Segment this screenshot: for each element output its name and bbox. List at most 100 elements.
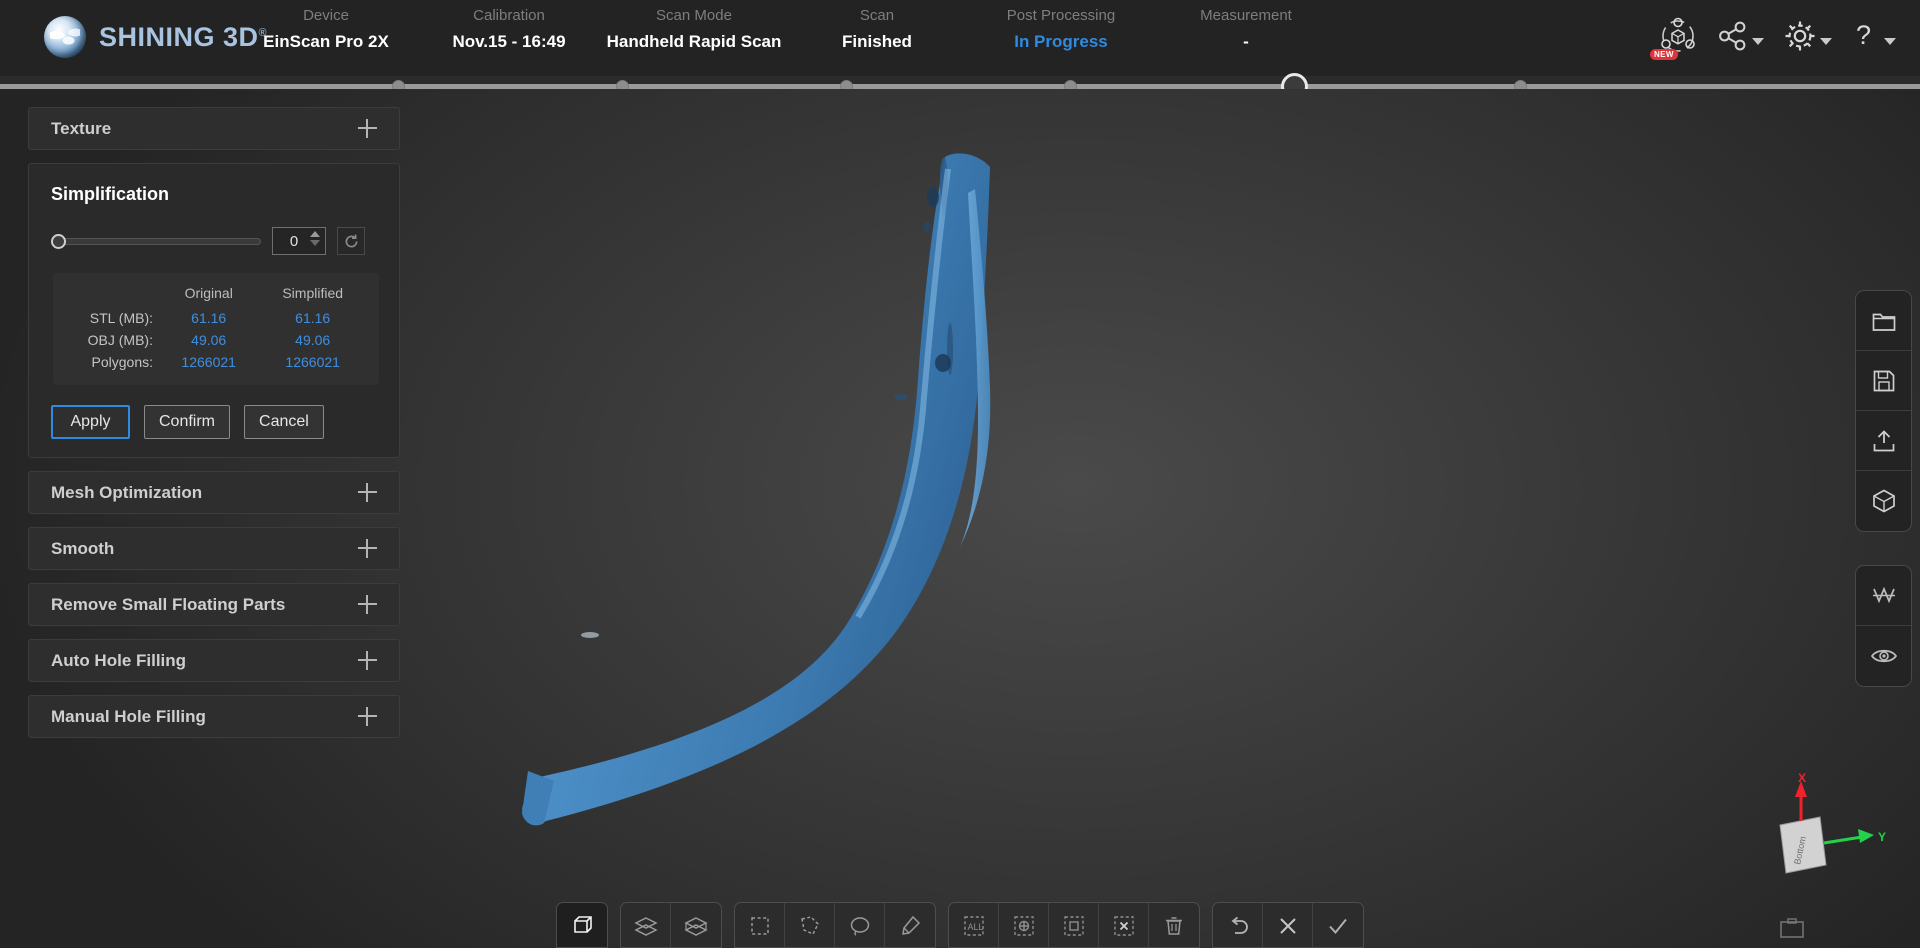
reset-button[interactable] <box>337 227 365 255</box>
simplification-value-stepper[interactable]: 0 <box>272 227 326 255</box>
stats-col-blank <box>59 283 159 307</box>
toolbar-group-edit: ALL <box>948 902 1200 948</box>
wireframe-toggle-button[interactable] <box>1856 566 1911 626</box>
table-row: Polygons: 1266021 1266021 <box>59 351 367 373</box>
globe-icon <box>44 16 86 58</box>
bounding-box-icon <box>574 916 592 933</box>
plus-icon[interactable] <box>358 119 377 138</box>
axis-gizmo[interactable]: Bottom X Y <box>1758 771 1898 893</box>
help-button[interactable]: ? <box>1844 15 1902 57</box>
model-view-button[interactable] <box>1856 471 1911 531</box>
accordion-smooth[interactable]: Smooth <box>28 527 400 570</box>
plus-icon[interactable] <box>358 539 377 558</box>
toolbar-group-selection <box>734 902 936 948</box>
select-front-button[interactable] <box>621 903 671 947</box>
stepper-arrows <box>310 231 320 246</box>
brush-select-button[interactable] <box>885 903 935 947</box>
layers-through-icon <box>684 917 708 936</box>
svg-text:ALL: ALL <box>967 922 983 932</box>
table-row: OBJ (MB): 49.06 49.06 <box>59 329 367 351</box>
refresh-icon <box>345 234 357 247</box>
bounding-box-button[interactable] <box>557 903 607 947</box>
stats-col-original: Original <box>184 285 233 301</box>
accordion-remove-small-floating-parts[interactable]: Remove Small Floating Parts <box>28 583 400 626</box>
share-button[interactable] <box>1710 15 1770 57</box>
unselect-button[interactable] <box>1049 903 1099 947</box>
accordion-texture[interactable]: Texture <box>28 107 400 150</box>
screenshot-button[interactable] <box>1779 917 1805 944</box>
stepper-down-icon[interactable] <box>310 240 320 246</box>
save-project-button[interactable] <box>1856 351 1911 411</box>
simplification-card: Simplification 0 Original Simplified STL… <box>28 163 400 458</box>
step-measurement[interactable]: Measurement - <box>1136 6 1356 55</box>
slider-knob[interactable] <box>51 234 66 249</box>
step-value: - <box>1243 32 1249 51</box>
stats-col-simplified: Simplified <box>282 285 344 301</box>
rect-select-button[interactable] <box>735 903 785 947</box>
stats-table: Original Simplified STL (MB): 61.16 61.1… <box>59 283 367 373</box>
help-icon: ? <box>1856 20 1871 50</box>
cancel-button[interactable]: Cancel <box>244 405 324 439</box>
delete-button[interactable] <box>1149 903 1199 947</box>
accordion-auto-hole-filling[interactable]: Auto Hole Filling <box>28 639 400 682</box>
stepper-up-icon[interactable] <box>310 231 320 237</box>
card-title: Simplification <box>51 184 170 204</box>
select-all-icon: ALL <box>963 916 984 936</box>
simplification-actions: Apply Confirm Cancel <box>51 405 381 439</box>
open-project-button[interactable] <box>1856 291 1911 351</box>
rect-select-icon <box>750 917 769 935</box>
export-icon <box>1873 429 1894 451</box>
stats-original-value: 49.06 <box>191 332 227 348</box>
invert-selection-button[interactable] <box>999 903 1049 947</box>
stats-original-value: 61.16 <box>191 310 227 326</box>
toolbar-group-view <box>556 902 608 948</box>
view-cube[interactable]: Bottom <box>1779 816 1827 874</box>
folder-open-icon <box>1872 313 1895 331</box>
confirm-icon <box>1329 918 1347 935</box>
axis-gizmo-svg[interactable]: Bottom X Y <box>1758 771 1898 893</box>
accordion-label: Smooth <box>51 538 115 558</box>
accordion-label: Texture <box>51 118 112 138</box>
x-axis-arrow <box>1795 781 1807 821</box>
y-axis-arrow <box>1823 829 1874 845</box>
settings-button[interactable] <box>1776 14 1838 58</box>
eye-visibility-icon <box>1870 649 1897 663</box>
confirm-button[interactable]: Confirm <box>144 405 231 439</box>
apply-button[interactable]: Apply <box>51 405 130 439</box>
plus-icon[interactable] <box>358 651 377 670</box>
cancel-edit-button[interactable] <box>1263 903 1313 947</box>
step-label: Measurement <box>1200 7 1292 24</box>
select-all-button[interactable]: ALL <box>949 903 999 947</box>
unselect-icon <box>1063 916 1084 936</box>
stats-row-key: OBJ (MB): <box>87 332 153 348</box>
lasso-select-button[interactable] <box>835 903 885 947</box>
invert-select-icon <box>1013 916 1034 936</box>
simplification-controls: 0 <box>51 227 381 255</box>
select-through-button[interactable] <box>671 903 721 947</box>
mesh-wireframe-icon <box>1872 586 1895 603</box>
slider-rail <box>59 238 261 245</box>
plus-icon[interactable] <box>358 483 377 502</box>
simplification-slider[interactable] <box>51 232 261 250</box>
accordion-mesh-optimization[interactable]: Mesh Optimization <box>28 471 400 514</box>
chevron-down-icon <box>1884 37 1896 45</box>
visibility-toggle-button[interactable] <box>1856 626 1911 686</box>
model-share-button[interactable]: NEW <box>1650 12 1704 60</box>
camera-icon <box>1780 918 1804 938</box>
plus-icon[interactable] <box>358 595 377 614</box>
save-icon <box>1873 370 1894 391</box>
deselect-button[interactable] <box>1099 903 1149 947</box>
toolbar-group-confirm <box>1212 902 1364 948</box>
confirm-edit-button[interactable] <box>1313 903 1363 947</box>
accordion-manual-hole-filling[interactable]: Manual Hole Filling <box>28 695 400 738</box>
top-bar: SHINING 3D® Device EinScan Pro 2X Calibr… <box>0 0 1920 100</box>
app-root: SHINING 3D® Device EinScan Pro 2X Calibr… <box>0 0 1920 948</box>
scanned-model[interactable] <box>520 149 1220 849</box>
plus-icon[interactable] <box>358 707 377 726</box>
bottom-toolbar: ALL <box>0 898 1920 948</box>
polygon-select-button[interactable] <box>785 903 835 947</box>
export-button[interactable] <box>1856 411 1911 471</box>
undo-button[interactable] <box>1213 903 1263 947</box>
x-axis-label: X <box>1798 773 1806 785</box>
stats-simplified-value: 61.16 <box>295 310 331 326</box>
